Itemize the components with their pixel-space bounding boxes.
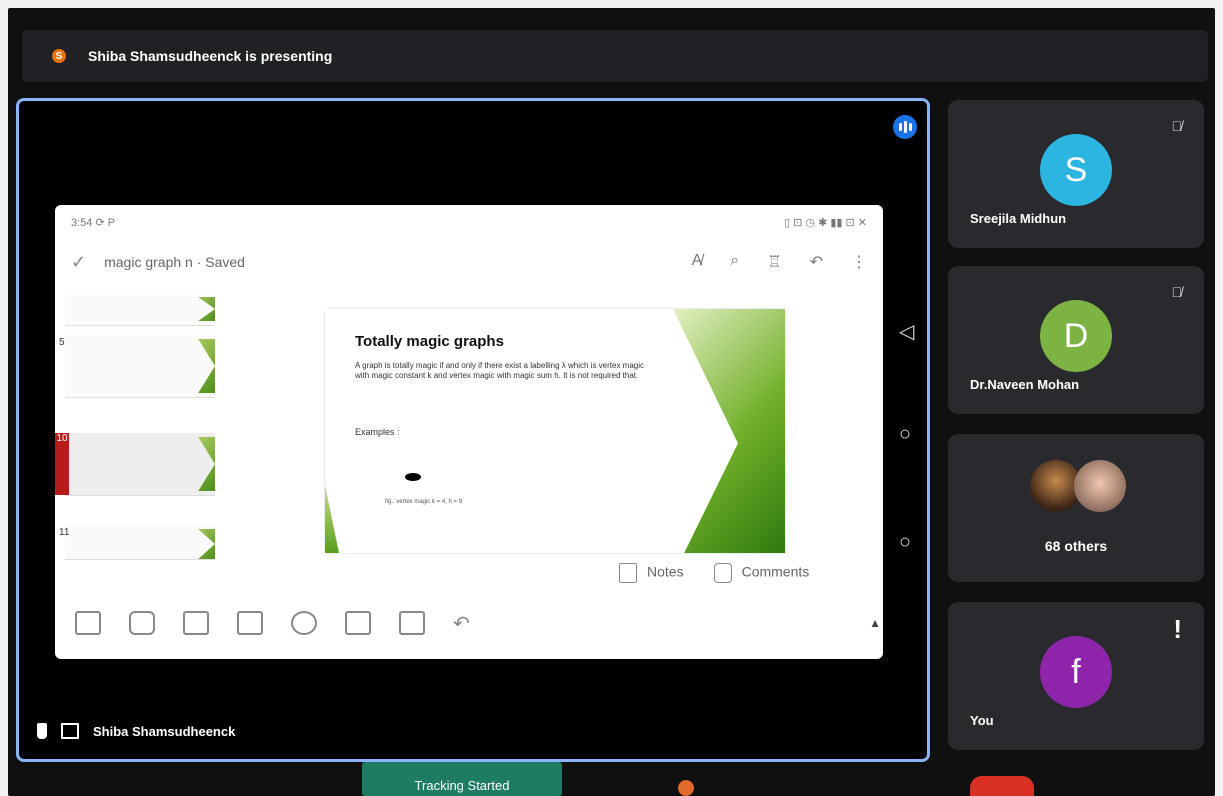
- undo-icon: ↶: [809, 254, 823, 271]
- presenter-name-bar: Shiba Shamsudheenck: [37, 723, 235, 739]
- check-icon: ✓: [71, 251, 87, 272]
- camera-icon: [399, 611, 425, 635]
- current-slide: Totally magic graphs A graph is totally …: [325, 309, 785, 553]
- participant-name: Dr.Naveen Mohan: [970, 377, 1080, 392]
- shared-screen: 3:54 ⟳ P ▯ ⊡ ◷ ✱ ▮▮ ⊡ ✕ ✓ magic graph n …: [55, 205, 883, 659]
- presenting-label: Shiba Shamsudheenck is presenting: [88, 48, 333, 64]
- avatar: [1074, 460, 1126, 512]
- phone-status-bar: 3:54 ⟳ P ▯ ⊡ ◷ ✱ ▮▮ ⊡ ✕: [55, 205, 883, 239]
- comment-insert-icon: [129, 611, 155, 635]
- notes-toggle: Notes: [619, 563, 684, 583]
- table-icon: [183, 611, 209, 635]
- alert-icon: !: [1173, 614, 1182, 644]
- thumbnail: 5: [59, 335, 215, 398]
- status-dot: [678, 780, 694, 796]
- expand-caret-icon: ▲: [869, 616, 881, 630]
- present-icon: ♖: [767, 254, 782, 271]
- notes-comments-bar: Notes Comments: [619, 563, 809, 583]
- comment-icon: [713, 563, 732, 583]
- end-call-button[interactable]: [970, 776, 1034, 796]
- search-icon: ⌕: [730, 252, 740, 269]
- others-avatars: [1030, 460, 1126, 516]
- status-time: 3:54 ⟳ P: [71, 216, 116, 229]
- shape-icon: [291, 611, 317, 635]
- android-nav-buttons: ◁ ○ ○: [899, 319, 919, 649]
- notes-icon: [619, 563, 637, 583]
- slide-body: A graph is totally magic if and only if …: [355, 361, 645, 380]
- mic-off-icon: 🎙̸: [1171, 284, 1183, 300]
- present-screen-icon: [61, 723, 79, 739]
- avatar: D: [1040, 300, 1112, 372]
- presenting-banner: S Shiba Shamsudheenck is presenting: [22, 30, 1208, 82]
- presentation-stage[interactable]: 3:54 ⟳ P ▯ ⊡ ◷ ✱ ▮▮ ⊡ ✕ ✓ magic graph n …: [16, 98, 930, 762]
- layout-icon: [75, 611, 101, 635]
- presenter-avatar: S: [52, 49, 66, 63]
- slide-title: Totally magic graphs: [355, 333, 504, 350]
- thumbnail-selected: 10: [55, 433, 215, 496]
- thumbnail: [65, 295, 215, 326]
- slide-graph-figure: [405, 473, 421, 481]
- comments-toggle: Comments: [713, 563, 810, 583]
- undo-insert-icon: ↶: [453, 612, 470, 635]
- comments-label: Comments: [741, 563, 810, 580]
- back-triangle-icon: ◁: [899, 321, 915, 343]
- pin-icon[interactable]: [37, 723, 47, 739]
- slide-caption: fig.: vertex magic k = 4, h = 9: [385, 499, 463, 505]
- textbox-icon: [345, 611, 371, 635]
- speaking-indicator-icon: [893, 115, 917, 139]
- participant-tile-self[interactable]: ! f You: [948, 602, 1204, 750]
- format-icon: A̸: [691, 252, 703, 269]
- mic-off-icon: 🎙̸: [1171, 118, 1183, 134]
- participant-name: You: [970, 713, 994, 728]
- tracking-toast: Tracking Started: [362, 762, 562, 796]
- more-icon: ⋮: [851, 254, 867, 271]
- insert-toolbar: ↶ ▲: [55, 597, 883, 649]
- avatar: S: [1040, 134, 1112, 206]
- slide-decoration: [325, 485, 339, 553]
- meeting-screen: S Shiba Shamsudheenck is presenting 3:54…: [8, 8, 1215, 796]
- participant-tile[interactable]: 🎙̸ S Sreejila Midhun: [948, 100, 1204, 248]
- recents-circle-icon: ○: [899, 531, 912, 553]
- others-tile[interactable]: 68 others: [948, 434, 1204, 582]
- notes-label: Notes: [647, 563, 684, 580]
- others-count: 68 others: [1044, 538, 1108, 554]
- thumbnail: 11: [59, 525, 215, 560]
- status-icons: ▯ ⊡ ◷ ✱ ▮▮ ⊡ ✕: [784, 216, 867, 229]
- participant-name: Sreejila Midhun: [970, 211, 1067, 226]
- avatar: f: [1040, 636, 1112, 708]
- home-circle-icon: ○: [899, 423, 912, 445]
- image-icon: [237, 611, 263, 635]
- slide-thumbnails: 5 10 11: [55, 295, 217, 560]
- slides-app-bar: ✓ magic graph n · Saved A̸ ⌕ ♖ ↶ ⋮: [55, 239, 883, 285]
- participant-tile[interactable]: 🎙̸ D Dr.Naveen Mohan: [948, 266, 1204, 414]
- slide-examples-label: Examples :: [355, 427, 400, 437]
- presenter-name: Shiba Shamsudheenck: [93, 723, 236, 739]
- app-toolbar: A̸ ⌕ ♖ ↶ ⋮: [692, 252, 867, 272]
- slide-decoration: [673, 309, 785, 553]
- file-title: magic graph n · Saved: [104, 254, 245, 270]
